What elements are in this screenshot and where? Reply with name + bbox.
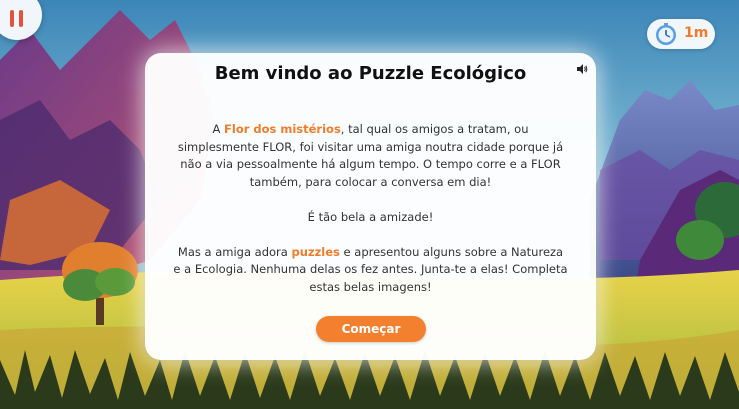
highlight-puzzles: puzzles: [291, 244, 340, 259]
speaker-icon[interactable]: [576, 63, 588, 75]
timer-value: 1m: [684, 25, 709, 41]
dialog-body: A Flor dos mistérios, tal qual os amigos…: [173, 121, 568, 314]
timer-badge: 1m: [647, 19, 715, 49]
welcome-dialog: Bem vindo ao Puzzle Ecológico A Flor dos…: [145, 53, 596, 360]
highlight-flor: Flor dos mistérios: [224, 122, 341, 136]
story-paragraph-3: Mas a amiga adora puzzles e apresentou a…: [173, 244, 568, 294]
start-button[interactable]: Começar: [316, 316, 426, 342]
story-paragraph-1: A Flor dos mistérios, tal qual os amigos…: [177, 122, 564, 189]
dialog-title: Bem vindo ao Puzzle Ecológico: [214, 63, 527, 84]
story-paragraph-2: É tão bela a amizade!: [307, 209, 434, 224]
stopwatch-icon: [656, 23, 676, 45]
